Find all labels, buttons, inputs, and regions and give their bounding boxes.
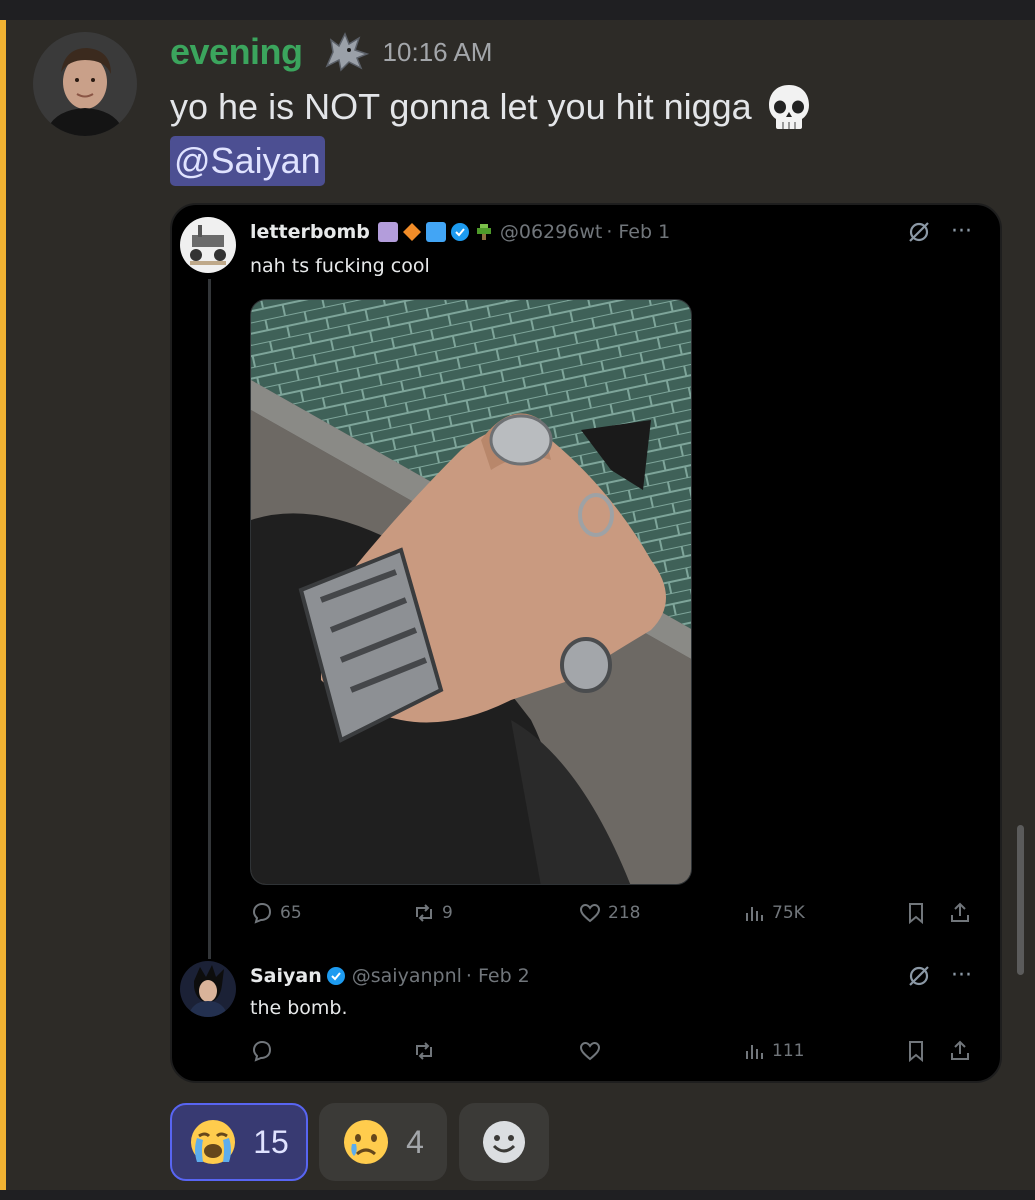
share-button[interactable] <box>948 901 972 925</box>
crying-face-icon <box>344 1120 389 1164</box>
skull-emoji-icon <box>768 85 809 129</box>
like-count: 218 <box>608 903 641 923</box>
top-strip <box>0 0 1035 20</box>
bookmark-button[interactable] <box>904 1039 928 1063</box>
retweet-icon <box>416 1042 432 1060</box>
share-icon <box>951 902 969 922</box>
blue-square-icon <box>425 222 446 242</box>
like-button[interactable]: 218 <box>578 901 640 925</box>
reply-text: the bomb. <box>250 997 348 1019</box>
views-chart-icon <box>746 907 763 921</box>
add-reaction-button[interactable] <box>459 1103 549 1181</box>
like-button[interactable] <box>578 1039 602 1063</box>
views-count: 111 <box>772 1041 805 1061</box>
views-button[interactable]: 111 <box>742 1039 804 1063</box>
grok-icon[interactable] <box>907 220 931 244</box>
reply-author-name[interactable]: Saiyan <box>250 965 322 987</box>
thread-line <box>208 279 211 959</box>
reply-top-actions: ··· <box>907 963 972 988</box>
share-icon <box>951 1040 969 1060</box>
reply-date[interactable]: · Feb 2 <box>466 965 530 987</box>
reply-author-avatar[interactable] <box>180 961 236 1017</box>
tweet-embed-image[interactable]: letterbomb @06296wt · Feb 1 ··· nah ts f… <box>170 203 1002 1083</box>
verified-badge-icon <box>326 967 345 985</box>
mention-highlight-bar <box>0 20 6 1200</box>
message-timestamp: 10:16 AM <box>382 36 493 67</box>
tweet-date[interactable]: · Feb 1 <box>606 221 670 243</box>
reply-count: 65 <box>280 903 302 923</box>
views-button[interactable]: 75K <box>742 901 805 925</box>
retweet-icon <box>416 904 432 922</box>
retweet-button[interactable]: 9 <box>412 901 453 925</box>
heart-icon <box>579 1041 601 1061</box>
scrollbar-thumb[interactable] <box>1017 825 1024 975</box>
author-avatar[interactable] <box>33 32 137 136</box>
views-count: 75K <box>772 903 805 923</box>
reply-button[interactable] <box>250 1039 274 1063</box>
reply-actions: 111 <box>250 1039 974 1069</box>
tweet-actions: 65 9 218 75K <box>250 901 974 931</box>
reply-tweet-header: Saiyan @saiyanpnl · Feb 2 <box>250 965 530 987</box>
purple-square-icon <box>377 222 398 242</box>
grok-icon[interactable] <box>907 964 931 988</box>
message-header: evening 10:16 AM <box>170 30 492 74</box>
tweet-top-actions: ··· <box>907 219 972 244</box>
message-text: yo he is NOT gonna let you hit nigga <box>170 86 752 127</box>
message-content: yo he is NOT gonna let you hit nigga <box>170 82 812 132</box>
verified-badge-icon <box>450 223 469 241</box>
bookmark-icon <box>909 1041 923 1063</box>
add-reaction-smiley-icon <box>483 1121 525 1163</box>
reaction-crying[interactable]: 4 <box>319 1103 447 1181</box>
tweet-photo[interactable] <box>250 299 692 885</box>
reaction-loudly-crying[interactable]: 15 <box>170 1103 308 1181</box>
more-options-icon[interactable]: ··· <box>951 219 972 244</box>
tweet-text: nah ts fucking cool <box>250 255 430 277</box>
bookmark-icon <box>909 903 923 925</box>
tweet-handle[interactable]: @06296wt <box>500 221 602 243</box>
retweet-button[interactable] <box>412 1039 436 1063</box>
tweet-author-avatar[interactable] <box>180 217 236 273</box>
reply-button[interactable]: 65 <box>250 901 302 925</box>
reaction-count: 4 <box>406 1123 424 1160</box>
retweet-count: 9 <box>442 903 453 923</box>
share-button[interactable] <box>948 1039 972 1063</box>
reply-handle[interactable]: @saiyanpnl <box>352 965 462 987</box>
orange-diamond-icon <box>402 223 421 241</box>
wolf-role-icon <box>325 32 369 72</box>
tweet-header: letterbomb @06296wt · Feb 1 <box>250 221 670 243</box>
heart-icon <box>579 903 601 923</box>
views-chart-icon <box>746 1045 763 1059</box>
reaction-count: 15 <box>253 1123 289 1160</box>
more-options-icon[interactable]: ··· <box>951 963 972 988</box>
bottom-strip <box>0 1190 1035 1200</box>
pixel-tree-icon <box>476 224 491 240</box>
user-mention[interactable]: @Saiyan <box>170 136 325 186</box>
author-username[interactable]: evening <box>170 31 303 73</box>
reply-icon <box>252 902 272 924</box>
tweet-author-name[interactable]: letterbomb <box>250 221 370 243</box>
reply-icon <box>252 1040 272 1062</box>
bookmark-button[interactable] <box>904 901 928 925</box>
loudly-crying-face-icon <box>191 1120 236 1164</box>
